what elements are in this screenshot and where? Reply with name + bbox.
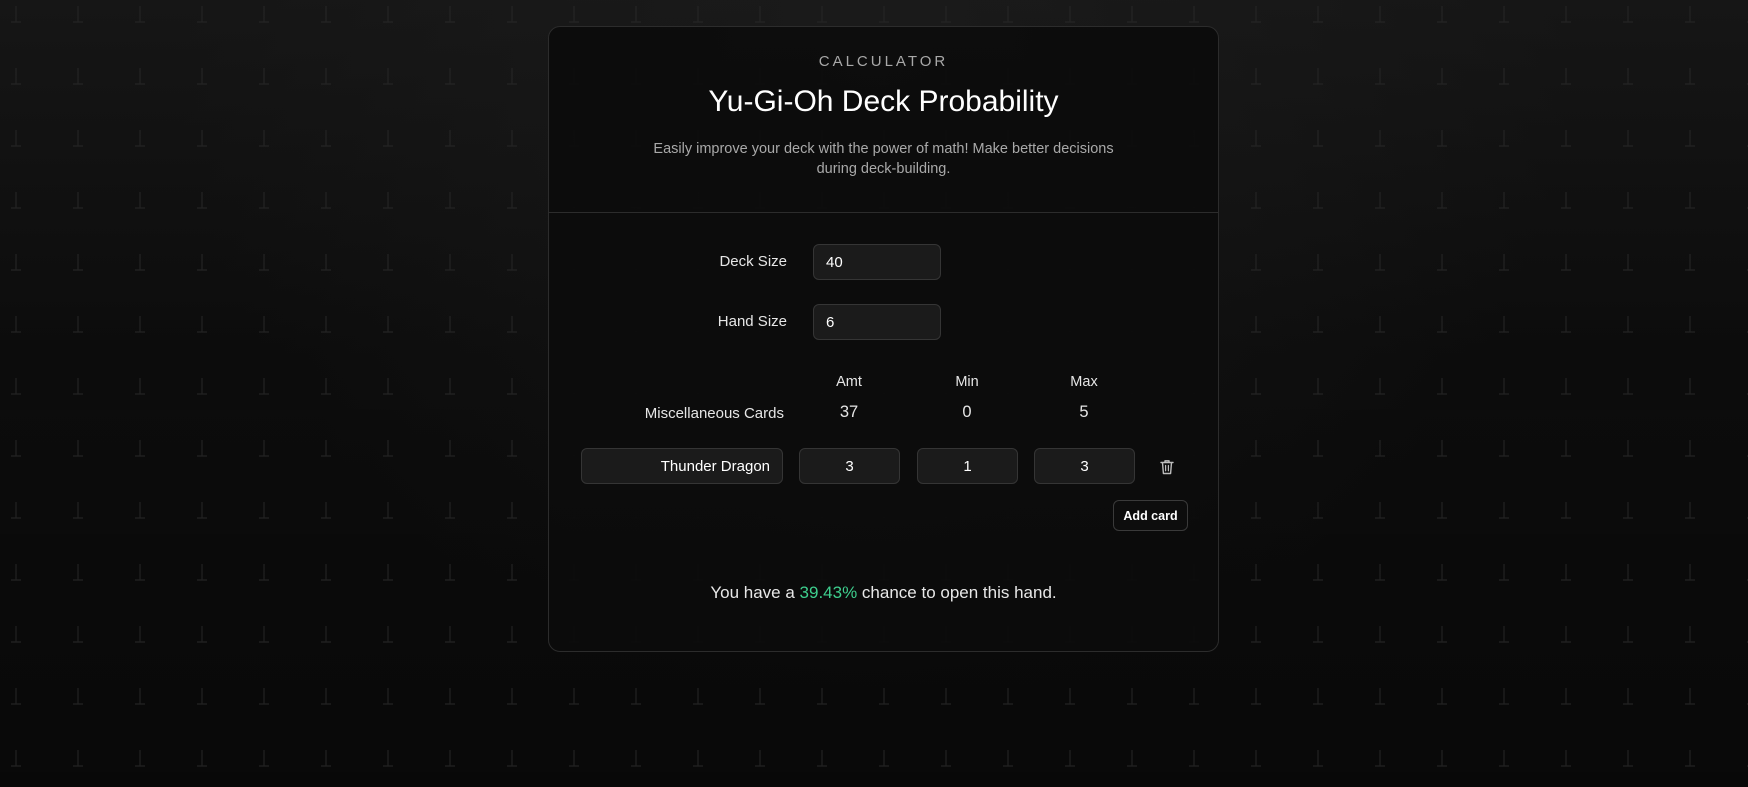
result-suffix: chance to open this hand. (857, 583, 1057, 602)
deck-size-label: Deck Size (719, 253, 787, 270)
hand-size-label: Hand Size (717, 313, 787, 330)
delete-card-button[interactable] (1157, 457, 1177, 477)
deck-size-row: Deck Size (549, 244, 1218, 280)
probability-result: You have a 39.43% chance to open this ha… (549, 583, 1218, 603)
card-header: CALCULATOR Yu-Gi-Oh Deck Probability Eas… (549, 27, 1218, 213)
card-max-input[interactable] (1034, 448, 1135, 484)
misc-cards-label: Miscellaneous Cards (644, 405, 784, 422)
result-prefix: You have a (710, 583, 800, 602)
misc-cards-min: 0 (962, 403, 972, 421)
eyebrow-label: CALCULATOR (818, 53, 949, 70)
page-subtitle: Easily improve your deck with the power … (653, 141, 1114, 177)
card-name-input[interactable] (581, 448, 783, 484)
trash-icon (1160, 460, 1174, 475)
card-amt-input[interactable] (799, 448, 900, 484)
misc-cards-amt: 37 (839, 403, 859, 421)
deck-size-input[interactable] (813, 244, 941, 280)
misc-cards-max: 5 (1079, 403, 1089, 421)
add-card-button[interactable]: Add card (1113, 500, 1188, 531)
column-header-min: Min (955, 374, 979, 390)
hand-size-row: Hand Size (549, 304, 1218, 340)
page-title: Yu-Gi-Oh Deck Probability (708, 85, 1059, 118)
card-min-input[interactable] (917, 448, 1018, 484)
column-header-amt: Amt (836, 374, 862, 390)
calculator-card: CALCULATOR Yu-Gi-Oh Deck Probability Eas… (548, 26, 1219, 652)
column-header-max: Max (1070, 374, 1098, 390)
hand-size-input[interactable] (813, 304, 941, 340)
probability-value: 39.43% (799, 583, 858, 602)
